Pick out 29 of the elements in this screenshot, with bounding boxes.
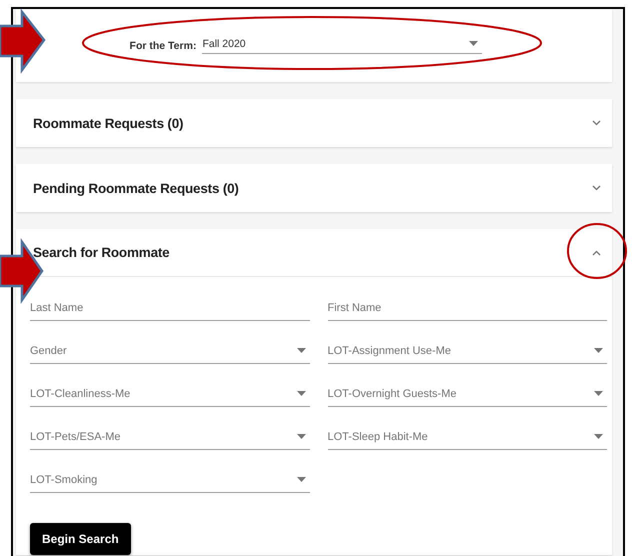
panel-title: Roommate Requests (0) — [33, 116, 184, 130]
dropdown-field[interactable]: LOT-Sleep Habit-Me — [328, 428, 607, 450]
dropdown-field[interactable]: Gender — [30, 342, 310, 364]
dropdown-caret-icon — [594, 391, 603, 396]
input-field[interactable]: First Name — [328, 299, 607, 321]
dropdown-field[interactable]: LOT-Smoking — [30, 471, 310, 493]
begin-search-button[interactable]: Begin Search — [30, 523, 131, 555]
term-value: Fall 2020 — [202, 38, 246, 50]
chevron-down-icon[interactable] — [592, 185, 601, 191]
dropdown-caret-icon — [296, 477, 306, 482]
dropdown-field[interactable]: LOT-Assignment Use-Me — [328, 342, 607, 364]
term-label: For the Term: — [130, 40, 196, 52]
dropdown-caret-icon — [296, 391, 306, 396]
panel-title: Search for Roommate — [33, 245, 170, 260]
panel-title: Pending Roommate Requests (0) — [33, 180, 239, 196]
dropdown-field[interactable]: LOT-Overnight Guests-Me — [328, 385, 607, 407]
dropdown-caret-icon — [594, 348, 603, 353]
chevron-up-icon[interactable] — [592, 250, 601, 256]
term-dropdown[interactable]: Fall 2020 — [202, 38, 482, 54]
annotation-arrow — [0, 8, 46, 74]
dropdown-caret-icon — [469, 41, 478, 46]
dropdown-caret-icon — [296, 348, 306, 353]
input-field[interactable]: Last Name — [30, 299, 310, 321]
chevron-down-icon[interactable] — [592, 120, 601, 126]
dropdown-field[interactable]: LOT-Cleanliness-Me — [30, 385, 310, 407]
dropdown-caret-icon — [296, 434, 306, 439]
dropdown-field[interactable]: LOT-Pets/ESA-Me — [30, 428, 310, 450]
dropdown-caret-icon — [594, 434, 603, 439]
annotation-ellipse — [567, 223, 627, 279]
